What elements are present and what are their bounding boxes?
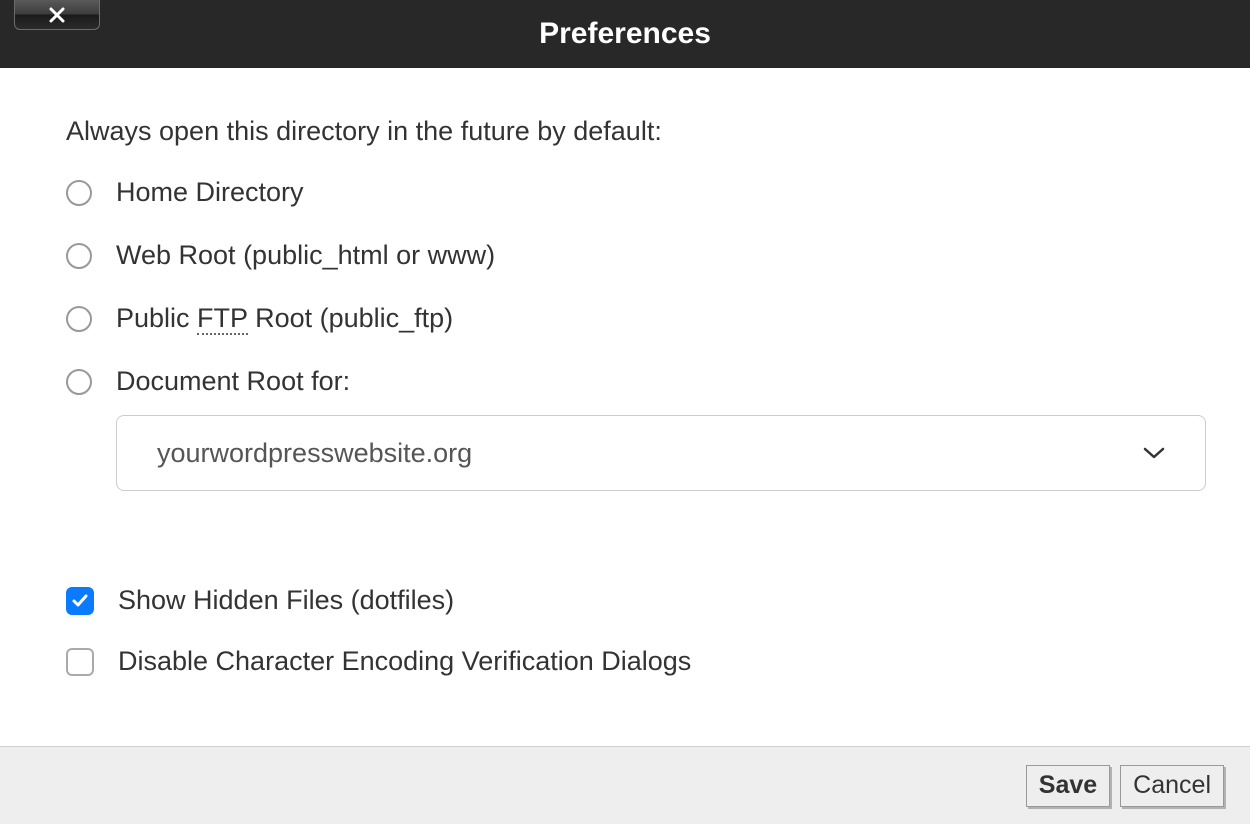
checkbox-group: Show Hidden Files (dotfiles) Disable Cha…	[66, 585, 1184, 677]
titlebar: Preferences	[0, 0, 1250, 68]
section-heading: Always open this directory in the future…	[66, 116, 1184, 147]
default-directory-radio-group: Home Directory Web Root (public_html or …	[66, 177, 1184, 491]
document-root-select[interactable]: yourwordpresswebsite.org	[116, 415, 1206, 491]
dialog-footer: Save Cancel	[0, 746, 1250, 824]
checkbox-show-hidden[interactable]	[66, 587, 94, 615]
radio-label-home[interactable]: Home Directory	[116, 177, 304, 208]
radio-document-root[interactable]	[66, 369, 92, 395]
close-button[interactable]	[14, 0, 100, 30]
dialog-title: Preferences	[539, 17, 711, 51]
radio-label-webroot[interactable]: Web Root (public_html or www)	[116, 240, 495, 271]
chevron-down-icon	[1143, 446, 1165, 460]
dialog-content: Always open this directory in the future…	[0, 68, 1250, 697]
radio-label-ftp[interactable]: Public FTP Root (public_ftp)	[116, 303, 453, 334]
radio-row-home: Home Directory	[66, 177, 1184, 208]
close-icon	[47, 5, 67, 25]
radio-row-document-root-container: Document Root for: yourwordpresswebsite.…	[66, 366, 1184, 491]
cancel-button[interactable]: Cancel	[1120, 765, 1224, 807]
document-root-select-value: yourwordpresswebsite.org	[157, 438, 472, 469]
save-button[interactable]: Save	[1026, 765, 1110, 807]
checkbox-row-disable-encoding: Disable Character Encoding Verification …	[66, 646, 1184, 677]
radio-web-root[interactable]	[66, 243, 92, 269]
checkbox-label-show-hidden[interactable]: Show Hidden Files (dotfiles)	[118, 585, 454, 616]
check-icon	[71, 592, 89, 610]
checkbox-label-disable-encoding[interactable]: Disable Character Encoding Verification …	[118, 646, 691, 677]
radio-home-directory[interactable]	[66, 180, 92, 206]
radio-public-ftp[interactable]	[66, 306, 92, 332]
radio-row-ftp: Public FTP Root (public_ftp)	[66, 303, 1184, 334]
radio-row-document-root: Document Root for:	[66, 366, 1184, 397]
checkbox-disable-encoding[interactable]	[66, 648, 94, 676]
document-root-select-wrapper: yourwordpresswebsite.org	[116, 415, 1184, 491]
radio-row-webroot: Web Root (public_html or www)	[66, 240, 1184, 271]
radio-label-document-root[interactable]: Document Root for:	[116, 366, 350, 397]
checkbox-row-show-hidden: Show Hidden Files (dotfiles)	[66, 585, 1184, 616]
